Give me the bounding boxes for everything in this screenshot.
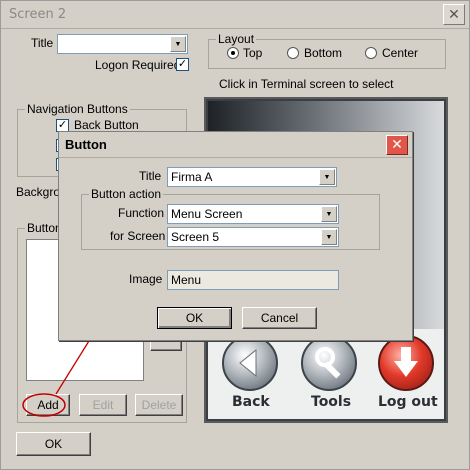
dialog-title-label: Title [139, 169, 162, 183]
dialog-cancel-button[interactable]: Cancel [242, 307, 317, 329]
button-action-title: Button action [89, 187, 164, 201]
close-icon: ✕ [391, 136, 403, 152]
function-select[interactable]: Menu Screen ▼ [167, 204, 339, 224]
dropdown-arrow-icon[interactable]: ▼ [321, 229, 337, 245]
for-screen-label: for Screen [110, 229, 166, 243]
function-value: Menu Screen [171, 207, 243, 221]
image-field[interactable]: Menu [167, 270, 339, 290]
dialog-ok-button[interactable]: OK [157, 307, 232, 329]
dialog-titlebar: Button ✕ [59, 132, 412, 158]
button-dialog: Button ✕ Title Firma A ▼ Button action F… [58, 131, 413, 341]
dialog-title-combo[interactable]: Firma A ▼ [167, 167, 337, 187]
dialog-title-value: Firma A [171, 170, 213, 184]
image-value: Menu [171, 273, 202, 287]
button-action-group: Button action Function Menu Screen ▼ for… [81, 187, 380, 250]
for-screen-select[interactable]: Screen 5 ▼ [167, 227, 339, 247]
dialog-title: Button [65, 137, 107, 152]
function-label: Function [118, 206, 165, 220]
screen-window: Screen 2 ✕ Title ▼ Logon Required ✓ Layo… [0, 0, 470, 470]
dropdown-arrow-icon[interactable]: ▼ [319, 169, 335, 185]
dropdown-arrow-icon[interactable]: ▼ [321, 206, 337, 222]
for-screen-value: Screen 5 [171, 230, 220, 244]
add-highlight-circle [22, 393, 66, 417]
image-label: Image [129, 272, 163, 286]
dialog-close-button[interactable]: ✕ [386, 135, 408, 155]
